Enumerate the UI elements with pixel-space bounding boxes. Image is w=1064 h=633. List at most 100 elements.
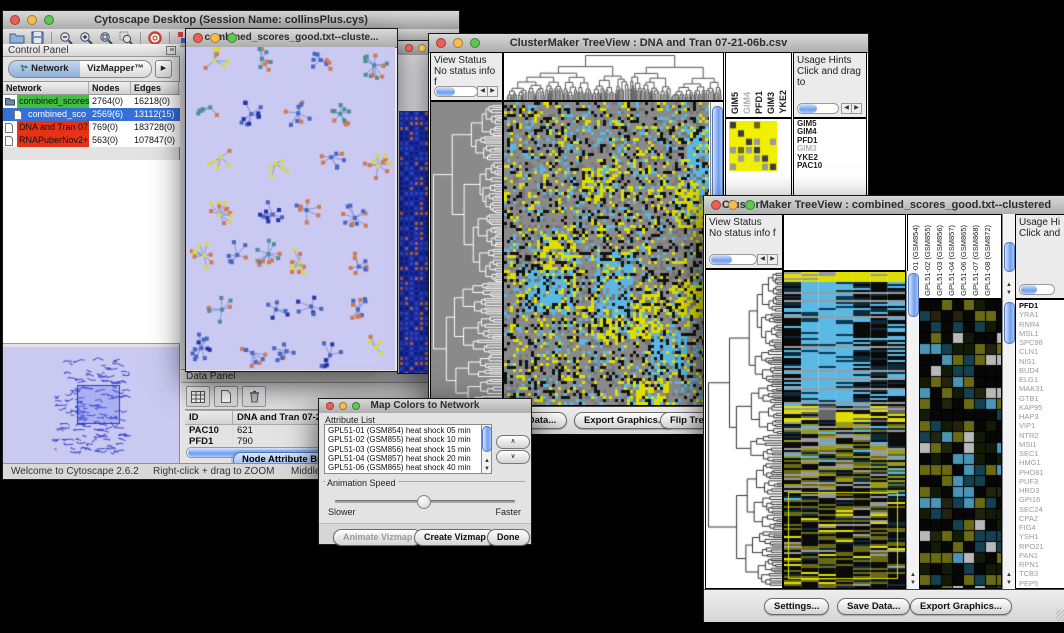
- scroll-right-arrow[interactable]: ▶: [767, 254, 778, 265]
- attribute-list-item[interactable]: GPL51-07 (GSM868) heat shock 60 min: [328, 472, 479, 474]
- gene-label[interactable]: RNR4: [1019, 320, 1064, 329]
- tv1-status-hscroll-thumb[interactable]: [436, 87, 455, 96]
- tv2-hints-hscrollbar[interactable]: [1019, 284, 1055, 295]
- tv1-row-dendrogram-canvas[interactable]: [431, 102, 502, 405]
- dialog-titlebar[interactable]: Map Colors to Network: [319, 399, 531, 414]
- gene-label[interactable]: VIP1: [1019, 421, 1064, 430]
- resize-grip[interactable]: [1056, 609, 1064, 621]
- tv2-zoom-heatmap-canvas[interactable]: [920, 300, 1001, 588]
- tv2-settings-button[interactable]: Settings...: [764, 598, 829, 615]
- gene-label[interactable]: YSH1: [1019, 532, 1064, 541]
- gene-label[interactable]: PFD1: [1019, 301, 1064, 310]
- tv1-mini-heatmap-canvas[interactable]: [729, 121, 777, 171]
- animate-vizmap-button[interactable]: Animate Vizmap: [333, 529, 422, 546]
- zoom-button[interactable]: [352, 402, 360, 410]
- tv1-heatmap-panel[interactable]: ▲▼: [503, 101, 724, 406]
- move-up-button[interactable]: ∧: [496, 435, 530, 449]
- tv1-row-dendrogram-panel[interactable]: [430, 101, 503, 406]
- close-button[interactable]: [193, 33, 203, 43]
- network-list-row[interactable]: combined_scores 2764(0) 16218(0): [3, 95, 180, 108]
- zoom-button[interactable]: [44, 15, 54, 25]
- gene-label[interactable]: PEP5: [1019, 579, 1064, 588]
- column-label[interactable]: GPL51-08 (GSM872): [983, 225, 992, 296]
- column-label[interactable]: PAC10: [790, 86, 792, 114]
- minimize-button[interactable]: [27, 15, 37, 25]
- tv2-row-dendrogram-canvas[interactable]: [706, 270, 782, 588]
- col-id[interactable]: ID: [185, 410, 233, 425]
- tv2-hints-hscroll-thumb[interactable]: [1021, 285, 1037, 294]
- column-label[interactable]: GIM3: [766, 92, 776, 114]
- attribute-list-vscrollbar[interactable]: ▲▼: [481, 425, 491, 473]
- tv2-heatmap-panel[interactable]: [783, 271, 906, 589]
- zoom-button[interactable]: [745, 200, 755, 210]
- gene-label[interactable]: HAP3: [1019, 412, 1064, 421]
- tv2-row-dendrogram-panel[interactable]: [705, 269, 783, 589]
- gene-label[interactable]: MSI1: [1019, 440, 1064, 449]
- gene-label[interactable]: TCB3: [1019, 569, 1064, 578]
- gene-label[interactable]: MAK31: [1019, 384, 1064, 393]
- close-button[interactable]: [711, 200, 721, 210]
- scroll-right-arrow[interactable]: ▶: [487, 86, 498, 97]
- gene-label[interactable]: NTR2: [1019, 431, 1064, 440]
- gene-label[interactable]: CPA2: [1019, 514, 1064, 523]
- zoom-out-button[interactable]: [56, 30, 76, 45]
- treeview-dna-titlebar[interactable]: ClusterMaker TreeView : DNA and Tran 07-…: [429, 34, 868, 53]
- scroll-right-arrow[interactable]: ▶: [851, 103, 862, 114]
- network-list-row[interactable]: DNA and Tran 07 769(0) 183728(0): [3, 121, 180, 134]
- close-button[interactable]: [10, 15, 20, 25]
- scroll-up-down-arrows[interactable]: ▲▼: [482, 457, 492, 473]
- scroll-up-down-arrows[interactable]: ▲▼: [908, 571, 918, 587]
- tv2-export-graphics-button[interactable]: Export Graphics...: [910, 598, 1012, 615]
- move-down-button[interactable]: ∨: [496, 450, 530, 464]
- gene-label[interactable]: CLN1: [1019, 347, 1064, 356]
- network-overview-thumbnail[interactable]: [3, 347, 179, 463]
- column-label[interactable]: GPL51-04 (GSM857): [947, 225, 956, 296]
- gene-label[interactable]: SEC1: [1019, 449, 1064, 458]
- column-label[interactable]: GIM5: [730, 92, 740, 114]
- minimize-button[interactable]: [339, 402, 347, 410]
- zoom-selected-button[interactable]: [116, 30, 136, 45]
- tv2-labels-vscrollbar[interactable]: ▲▼: [1002, 214, 1015, 299]
- attribute-list-vscroll-thumb[interactable]: [482, 426, 492, 452]
- tv1-column-dendrogram-canvas[interactable]: [504, 53, 723, 100]
- minimize-button[interactable]: [453, 38, 463, 48]
- column-label[interactable]: GIM4: [742, 92, 752, 114]
- network-list-row[interactable]: RNAPuberNov2+ 563(0) 107847(0): [3, 134, 180, 147]
- tv2-zoom-vscroll-thumb[interactable]: [1004, 302, 1015, 344]
- select-attributes-button[interactable]: [186, 386, 210, 407]
- tv2-heatmap-vscrollbar[interactable]: ▲▼: [906, 271, 919, 589]
- tab-vizmapper[interactable]: VizMapper™: [80, 61, 151, 77]
- tv2-labels-vscroll-thumb[interactable]: [1004, 242, 1015, 272]
- col-network[interactable]: Network: [3, 82, 89, 94]
- gene-label[interactable]: NIS1: [1019, 357, 1064, 366]
- column-label[interactable]: YKE2: [778, 90, 788, 114]
- column-label[interactable]: PFD1: [754, 91, 764, 114]
- gene-label[interactable]: GPI16: [1019, 495, 1064, 504]
- network-view-titlebar[interactable]: combined_scores_good.txt--cluste...: [186, 29, 397, 48]
- gene-label[interactable]: FIG4: [1019, 523, 1064, 532]
- tv2-status-hscroll-thumb[interactable]: [711, 255, 732, 264]
- tv2-save-data-button[interactable]: Save Data...: [837, 598, 910, 615]
- tv2-heatmap-vscroll-thumb[interactable]: [908, 273, 919, 317]
- zoom-in-button[interactable]: [76, 30, 96, 45]
- help-button[interactable]: [145, 30, 165, 45]
- minimize-button[interactable]: [418, 44, 426, 52]
- attribute-list-item[interactable]: GPL51-02 (GSM855) heat shock 10 min: [328, 435, 479, 444]
- minimize-button[interactable]: [210, 33, 220, 43]
- tv2-heatmap-canvas[interactable]: [784, 272, 905, 588]
- gene-label[interactable]: HRD3: [1019, 486, 1064, 495]
- gene-label[interactable]: PAC10: [797, 162, 866, 170]
- tv1-column-dendrogram-panel[interactable]: [503, 52, 724, 101]
- zoom-fit-button[interactable]: [96, 30, 116, 45]
- gene-label[interactable]: KAP95: [1019, 403, 1064, 412]
- attribute-list-item[interactable]: GPL51-04 (GSM857) heat shock 20 min: [328, 454, 479, 463]
- column-label[interactable]: GPL51-03 (GSM856): [935, 225, 944, 296]
- tab-overflow-button[interactable]: ▶: [155, 60, 172, 78]
- tab-network[interactable]: Network: [9, 61, 80, 77]
- col-nodes[interactable]: Nodes: [89, 82, 131, 94]
- gene-label[interactable]: YRA1: [1019, 310, 1064, 319]
- new-attribute-button[interactable]: [214, 386, 238, 407]
- tv1-status-hscrollbar[interactable]: [434, 86, 478, 97]
- tv1-hints-hscrollbar[interactable]: [797, 103, 839, 114]
- create-vizmap-button[interactable]: Create Vizmap: [414, 529, 496, 546]
